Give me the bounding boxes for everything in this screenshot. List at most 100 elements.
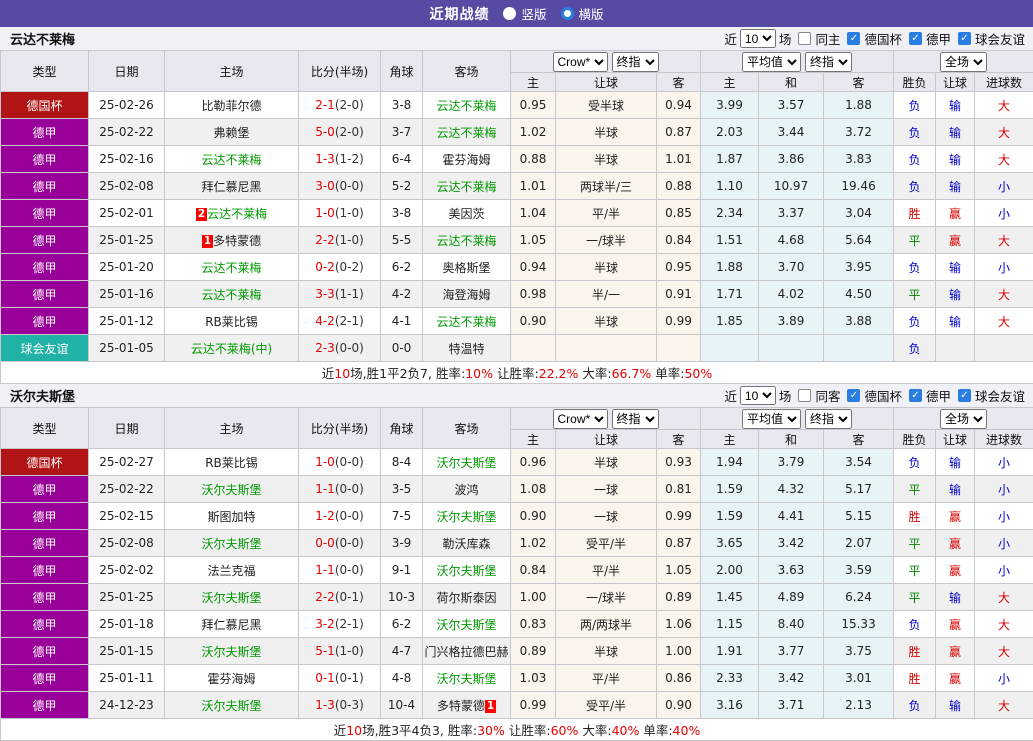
avg-home-odds	[701, 335, 759, 362]
team-label: 沃尔夫斯堡	[201, 483, 261, 497]
avg-stage-select[interactable]: 终指	[805, 409, 852, 429]
col-avg-home: 主	[701, 430, 759, 449]
table-row: 德甲25-02-16云达不莱梅1-3(1-2)6-4霍芬海姆0.88半球1.01…	[1, 146, 1033, 173]
bookmaker-select[interactable]: Crow*	[553, 409, 608, 429]
goals-result-cell: 大	[975, 92, 1033, 119]
home-team: 霍芬海姆	[165, 665, 299, 692]
avg-away-odds: 3.72	[824, 119, 894, 146]
table-row: 德甲25-02-15斯图加特1-2(0-0)7-5沃尔夫斯堡0.90一球0.99…	[1, 503, 1033, 530]
team-label: 霍芬海姆	[442, 153, 490, 167]
away-team: 沃尔夫斯堡	[423, 665, 511, 692]
table-row: 德甲25-02-08拜仁慕尼黑3-0(0-0)5-2云达不莱梅1.01两球半/三…	[1, 173, 1033, 200]
vertical-radio-icon[interactable]	[503, 7, 516, 20]
avg-draw-odds: 3.42	[759, 665, 824, 692]
handicap-result-cell: 输	[936, 146, 975, 173]
header-row-1: 类型日期主场比分(半场)角球客场Crow*终指平均值终指全场	[1, 408, 1033, 430]
goals-result-cell: 大	[975, 146, 1033, 173]
result-cell: 平	[894, 584, 936, 611]
handicap-away-odds: 0.99	[657, 503, 701, 530]
scope-select[interactable]: 全场	[940, 52, 987, 72]
match-score: 1-0(1-0)	[299, 200, 381, 227]
col-handicap-result: 让球	[936, 73, 975, 92]
summary-segment: 10%	[465, 366, 493, 381]
match-type-badge: 德甲	[1, 146, 89, 173]
avg-draw-odds: 4.02	[759, 281, 824, 308]
rank-badge: 2	[196, 208, 207, 221]
table-row: 德甲25-01-12RB莱比锡4-2(2-1)4-1云达不莱梅0.90半球0.9…	[1, 308, 1033, 335]
home-team: 沃尔夫斯堡	[165, 584, 299, 611]
summary-segment: 40%	[673, 723, 701, 738]
avg-stage-select[interactable]: 终指	[805, 52, 852, 72]
avg-away-odds: 2.07	[824, 530, 894, 557]
match-score: 1-1(0-0)	[299, 557, 381, 584]
avg-draw-odds: 8.40	[759, 611, 824, 638]
halftime-score: (2-0)	[335, 125, 364, 139]
competition-checkbox[interactable]: ✓	[909, 32, 922, 45]
corner-score: 3-8	[381, 200, 423, 227]
avg-draw-odds: 4.32	[759, 476, 824, 503]
away-team: 云达不莱梅	[423, 173, 511, 200]
odds-stage-select[interactable]: 终指	[612, 52, 659, 72]
away-team: 波鸿	[423, 476, 511, 503]
fulltime-score: 1-3	[315, 152, 335, 166]
goals-result-cell: 小	[975, 200, 1033, 227]
competition-checkbox[interactable]: ✓	[847, 389, 860, 402]
avg-home-odds: 1.85	[701, 308, 759, 335]
handicap-line: 受平/半	[556, 530, 657, 557]
horizontal-radio-icon[interactable]	[561, 7, 574, 20]
competition-checkbox[interactable]: ✓	[958, 389, 971, 402]
avg-home-odds: 1.88	[701, 254, 759, 281]
col-avg-home: 主	[701, 73, 759, 92]
recent-count-select[interactable]: 10	[740, 386, 776, 405]
avg-home-odds: 3.65	[701, 530, 759, 557]
same-venue-checkbox[interactable]	[798, 32, 811, 45]
home-team: 云达不莱梅	[165, 281, 299, 308]
handicap-away-odds: 0.93	[657, 449, 701, 476]
team-label: 拜仁慕尼黑	[201, 180, 261, 194]
result-cell: 负	[894, 146, 936, 173]
summary-text: 近10场,胜1平2负7, 胜率:10% 让胜率:22.2% 大率:66.7% 单…	[1, 362, 1033, 384]
average-select[interactable]: 平均值	[742, 52, 801, 72]
handicap-line: 两球半/三	[556, 173, 657, 200]
away-team: 门兴格拉德巴赫	[423, 638, 511, 665]
team-label: RB莱比锡	[205, 315, 258, 329]
team-label: 云达不莱梅	[207, 207, 267, 221]
match-score: 1-0(0-0)	[299, 449, 381, 476]
away-team: 奥格斯堡	[423, 254, 511, 281]
halftime-score: (1-0)	[335, 206, 364, 220]
match-date: 25-02-26	[89, 92, 165, 119]
odds-stage-select[interactable]: 终指	[612, 409, 659, 429]
summary-segment: 10	[334, 366, 350, 381]
team-label: 比勒菲尔德	[201, 99, 261, 113]
match-type-badge: 德甲	[1, 173, 89, 200]
average-select[interactable]: 平均值	[742, 409, 801, 429]
avg-away-odds: 15.33	[824, 611, 894, 638]
handicap-home-odds: 0.89	[511, 638, 556, 665]
competition-checkbox[interactable]: ✓	[847, 32, 860, 45]
col-avg-away: 客	[824, 73, 894, 92]
summary-segment: 让胜率:	[493, 366, 539, 381]
same-venue-checkbox[interactable]	[798, 389, 811, 402]
col-handicap-home: 主	[511, 430, 556, 449]
competition-checkbox[interactable]: ✓	[909, 389, 922, 402]
fulltime-score: 2-2	[315, 233, 335, 247]
match-date: 25-01-25	[89, 584, 165, 611]
layout-horizontal-option[interactable]: 横版	[561, 4, 604, 23]
goals-result-cell: 小	[975, 530, 1033, 557]
goals-result-cell: 大	[975, 308, 1033, 335]
recent-count-select[interactable]: 10	[740, 29, 776, 48]
handicap-line: 受平/半	[556, 692, 657, 719]
fulltime-score: 0-2	[315, 260, 335, 274]
team-sections: 云达不莱梅近10场同主✓德国杯✓德甲✓球会友谊类型日期主场比分(半场)角球客场C…	[0, 27, 1033, 741]
competition-checkbox[interactable]: ✓	[958, 32, 971, 45]
scope-select[interactable]: 全场	[940, 409, 987, 429]
layout-vertical-option[interactable]: 竖版	[503, 4, 546, 23]
result-cell: 负	[894, 119, 936, 146]
halftime-score: (0-1)	[335, 671, 364, 685]
bookmaker-select[interactable]: Crow*	[553, 52, 608, 72]
match-date: 25-01-20	[89, 254, 165, 281]
match-score: 1-2(0-0)	[299, 503, 381, 530]
fulltime-score: 3-3	[315, 287, 335, 301]
match-type-badge: 德甲	[1, 227, 89, 254]
result-cell: 胜	[894, 665, 936, 692]
